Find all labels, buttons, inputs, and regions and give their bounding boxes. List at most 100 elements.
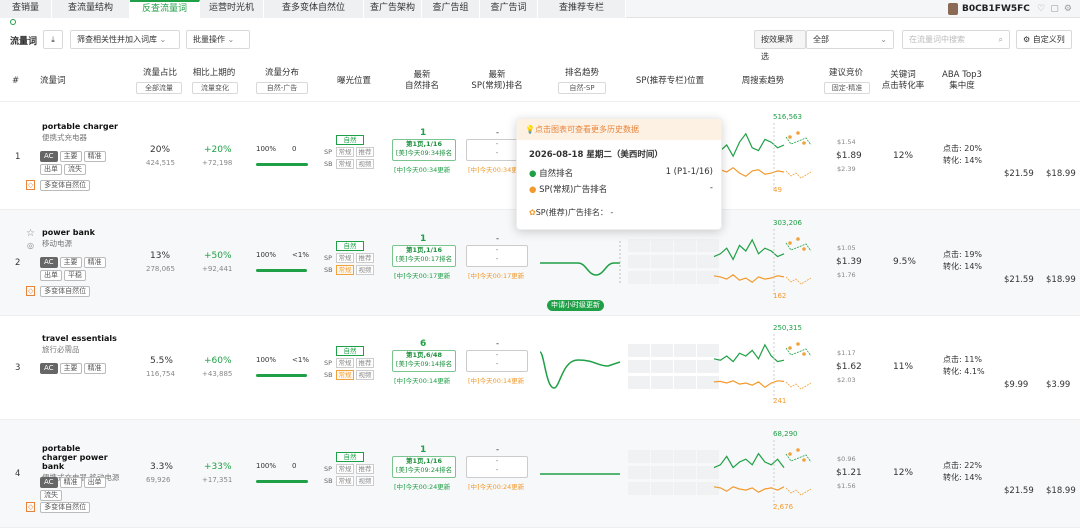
tab-recommend[interactable]: 查推荐专栏 (538, 0, 626, 18)
nat-rank-number: 1 (420, 128, 427, 138)
tab-time-machine[interactable]: 运营时光机 (200, 0, 264, 18)
col-natural-rank[interactable]: 最新 自然排名 (396, 70, 448, 92)
change-count: +43,885 (202, 370, 233, 378)
sp-recommend-cell (628, 255, 650, 268)
sp-recommend-cell (651, 482, 673, 495)
nat-rank-detail[interactable]: 第1页,1/16 [美]今天00:17排名 (392, 245, 456, 267)
tab-sales[interactable]: 查销量 (0, 0, 52, 18)
nat-rank-updated: [中]今天00:24更新 (394, 483, 451, 491)
keyword-text[interactable]: travel essentials (42, 334, 132, 343)
heart-icon[interactable]: ♡ (1037, 4, 1045, 14)
weekly-marker (796, 237, 800, 241)
change-select[interactable]: 流量变化 (192, 82, 238, 94)
effect-filter-select[interactable]: 全部 ⌄ (806, 30, 894, 49)
col-cvr[interactable]: 关键词 点击转化率 (876, 70, 930, 92)
sp-recommend-grid (628, 239, 719, 287)
row-index: 1 (15, 152, 21, 162)
sp-recommend-cell (674, 482, 696, 495)
aba-conv: 转化: 14% (943, 156, 983, 165)
sp-recommend-cell (651, 344, 673, 357)
batch-operation-dropdown[interactable]: 批量操作 ⌄ (186, 30, 250, 49)
rank-trend-chart[interactable] (538, 241, 624, 285)
nat-rank-detail[interactable]: 第1页,6/48 [美]今天09:14排名 (392, 350, 456, 372)
variant-tag[interactable]: ◇ 多变体自然位 (26, 286, 92, 297)
nat-rank-detail[interactable]: 第1页,1/16 [美]今天09:34排名 (392, 139, 456, 161)
expo-sb-regular: 常规 (336, 476, 354, 486)
tab-variant-position[interactable]: 查多变体自然位 (264, 0, 364, 18)
tag-main: 主要 (59, 363, 82, 374)
dist-left: 100% (256, 462, 277, 470)
tab-ad-words[interactable]: 查广告词 (480, 0, 538, 18)
weekly-peak: 250,315 (773, 324, 802, 332)
bid-mid: $1.62 (836, 362, 862, 372)
tab-ad-structure[interactable]: 查广告架构 (364, 0, 422, 18)
rank-trend-chart[interactable] (538, 452, 624, 496)
col-share[interactable]: 流量占比 (136, 68, 184, 79)
settings-icon[interactable]: ⚙ (1064, 4, 1072, 14)
table-header: # 流量词 流量占比 全部流量 相比上期的 流量变化 流量分布 自然-广告 曝光… (0, 60, 1080, 102)
filter-relevance-dropdown[interactable]: 筛查相关性并加入词库 ⌄ (70, 30, 180, 49)
weekly-search-chart[interactable] (712, 334, 816, 402)
sp-rank-detail[interactable]: -- (466, 456, 528, 478)
change-count: +72,198 (202, 159, 233, 167)
expo-sb-label: SB (324, 477, 333, 485)
table-row: 4 portable charger power bank 便携式充电器 移动电… (0, 420, 1080, 528)
distribution-bar (256, 374, 308, 377)
expo-sp-regular: 常规 (336, 464, 354, 474)
sp-recommend-cell (674, 239, 696, 252)
weekly-search-chart[interactable] (712, 123, 816, 191)
sp-rank-number: - (496, 128, 500, 138)
keyword-text[interactable]: portable charger (42, 122, 132, 131)
expo-sp-recommend: 推荐 (356, 358, 374, 368)
weekly-forecast-orange (785, 276, 812, 285)
keyword-search-input[interactable]: 在流量词中搜索 ⌕ (902, 30, 1010, 49)
keyword-text[interactable]: portable charger power bank (42, 444, 112, 471)
weekly-search-chart[interactable] (712, 229, 816, 297)
window-icon[interactable]: ▢ (1050, 4, 1059, 14)
tab-bar: 查销量 查流量结构 反查流量词 运营时光机 查多变体自然位 查广告架构 查广告组… (0, 0, 1080, 18)
nat-rank-updated: [中]今天00:34更新 (394, 166, 451, 174)
variant-tag[interactable]: ◇ 多变体自然位 (26, 502, 92, 513)
expo-natural: 自然 (336, 241, 364, 251)
distribution-select[interactable]: 自然-广告 (256, 82, 308, 94)
hourly-update-badge[interactable]: 申请小时级更新 (547, 300, 604, 311)
sp-rank-detail[interactable]: -- (466, 350, 528, 372)
col-weekly-trend[interactable]: 周搜索趋势 (736, 76, 790, 87)
tab-reverse-keywords[interactable]: 反查流量词 (130, 0, 200, 18)
sp-recommend-cell (628, 466, 650, 479)
export-button[interactable]: ⤓ (43, 30, 63, 49)
share-value: 20% (150, 145, 171, 155)
bid-high: $2.03 (837, 376, 856, 384)
share-select[interactable]: 全部流量 (136, 82, 182, 94)
tab-traffic-structure[interactable]: 查流量结构 (52, 0, 130, 18)
variant-tag[interactable]: ◇ 多变体自然位 (26, 180, 92, 191)
sp-recommend-grid (628, 450, 719, 498)
sp-recommend-cell (674, 255, 696, 268)
chevron-down-icon: ⌄ (880, 35, 887, 44)
bid-mid: $1.39 (836, 257, 862, 267)
nat-rank-detail[interactable]: 第1页,1/16 [美]今天09:24排名 (392, 456, 456, 478)
distribution-bar (256, 163, 308, 166)
tab-ad-group[interactable]: 查广告组 (422, 0, 480, 18)
star-outline-icon[interactable]: ☆ (26, 228, 35, 239)
dist-left: 100% (256, 145, 277, 153)
weekly-marker (788, 241, 792, 245)
weekly-marker (788, 452, 792, 456)
aba-conv: 转化: 4.1% (943, 367, 985, 376)
rank-trend-chart[interactable] (538, 346, 624, 390)
keyword-text[interactable]: power bank (42, 228, 132, 237)
custom-columns-button[interactable]: ⚙ 自定义列 (1016, 30, 1072, 49)
col-change[interactable]: 相比上期的 (188, 68, 240, 79)
price-2: $18.99 (1046, 486, 1076, 496)
weekly-marker (802, 352, 806, 356)
expo-natural: 自然 (336, 452, 364, 462)
sp-recommend-cell (674, 271, 696, 284)
weekly-search-chart[interactable] (712, 440, 816, 508)
share-count: 116,754 (146, 370, 175, 378)
bid-select[interactable]: 固定-精准 (824, 82, 870, 94)
dist-right: 0 (292, 462, 297, 470)
tag-ac: AC (40, 477, 58, 488)
col-sp-rank[interactable]: 最新 SP(常规)排名 (466, 70, 528, 92)
trend-select[interactable]: 自然-SP (558, 82, 606, 94)
sp-rank-detail[interactable]: -- (466, 245, 528, 267)
